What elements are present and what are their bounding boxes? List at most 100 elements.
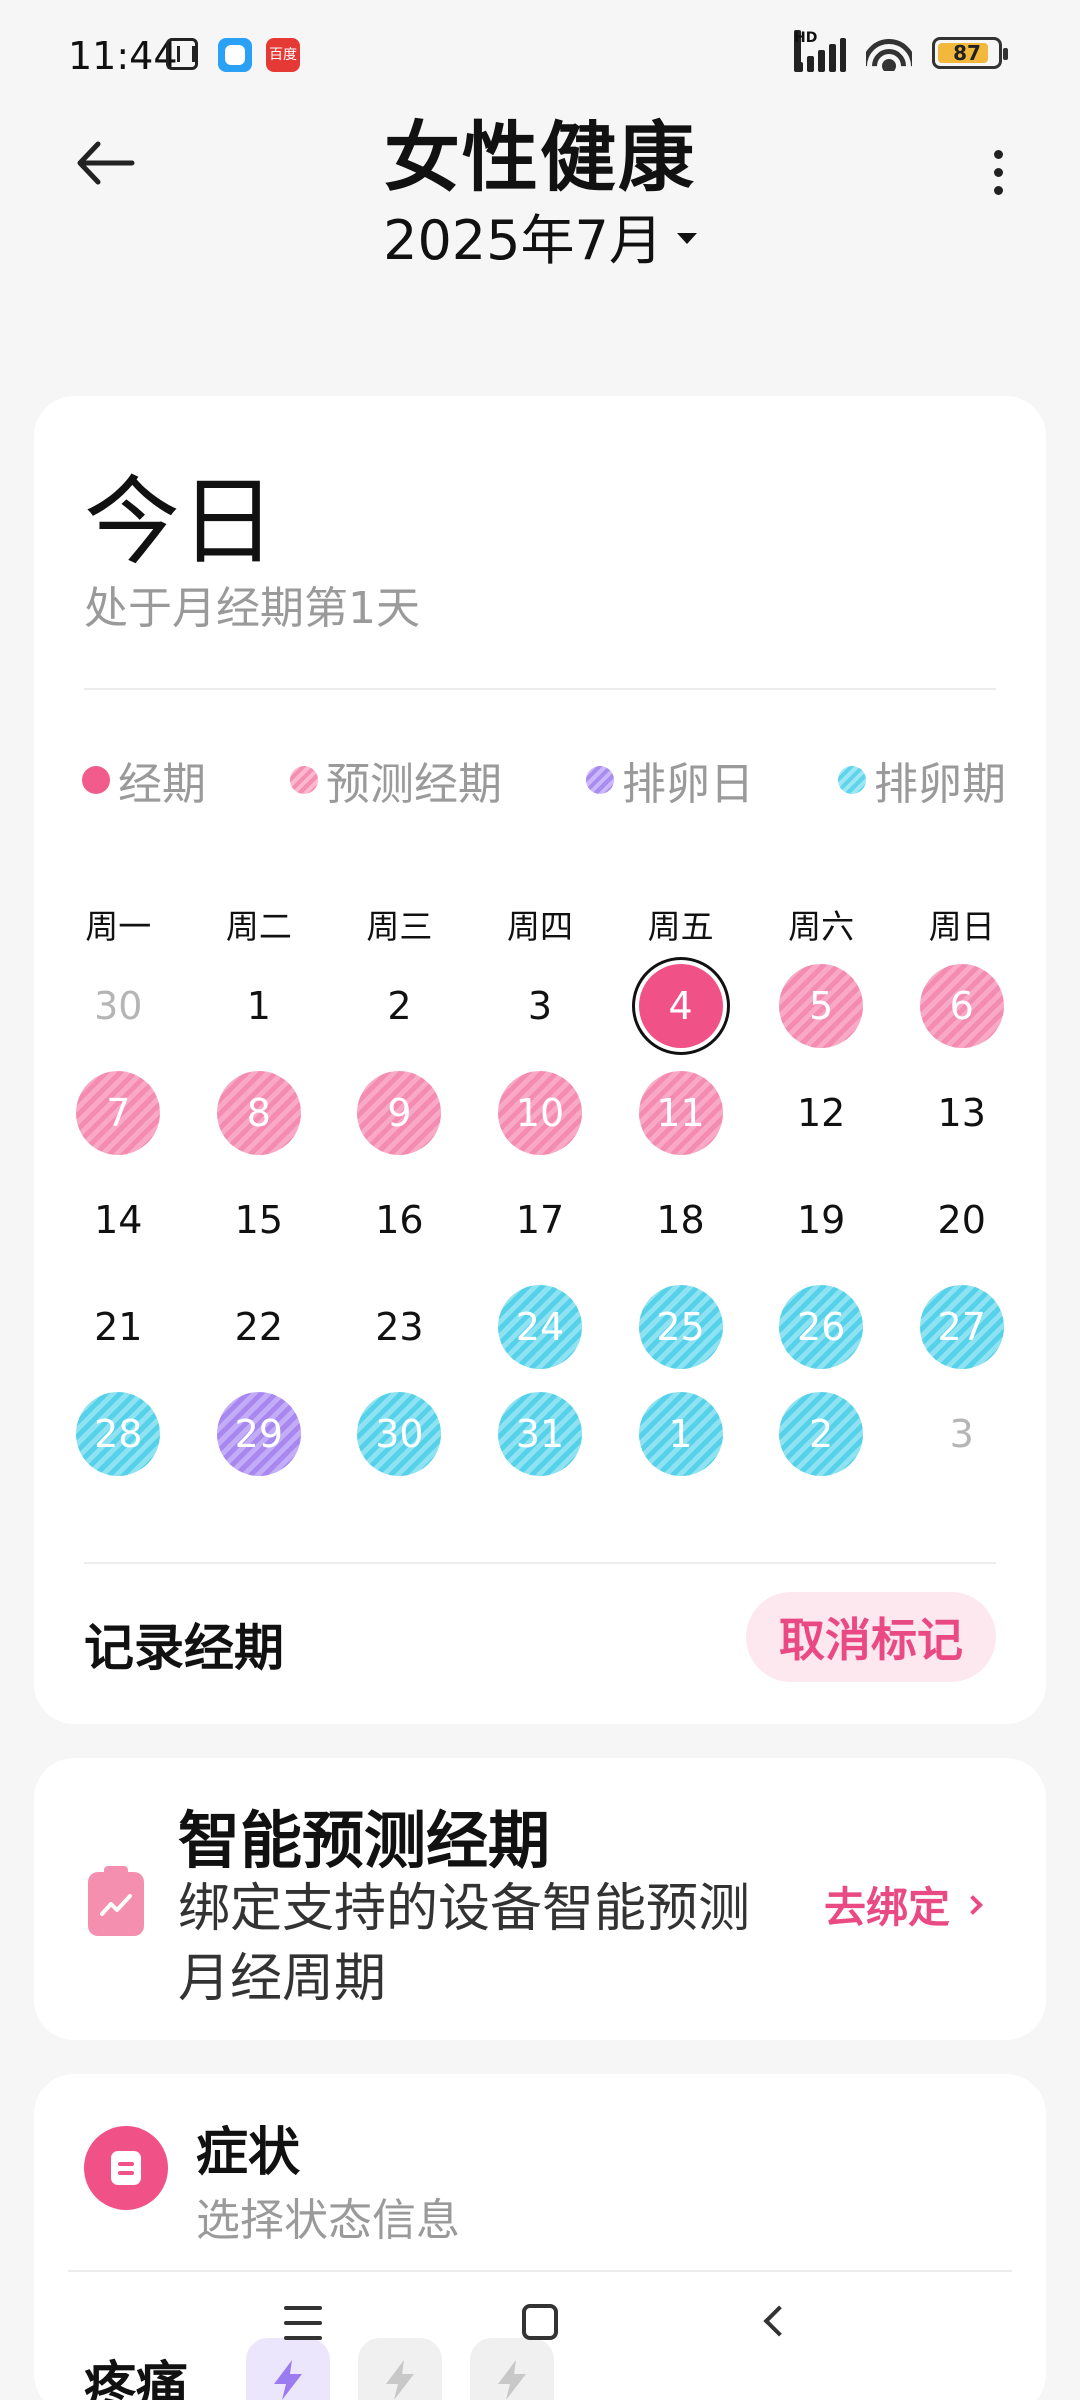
- calendar-day[interactable]: 21: [48, 1273, 189, 1380]
- recent-apps-button[interactable]: [284, 2306, 322, 2340]
- screen: 11:44 百度 HD 87 女性健康 2025年7月 今日 处于月经期第1天 …: [0, 0, 1080, 2400]
- more-dot: [993, 167, 1003, 177]
- calendar-day[interactable]: 14: [48, 1166, 189, 1273]
- calendar-day[interactable]: 16: [329, 1166, 470, 1273]
- weekday-label: 周日: [928, 907, 995, 946]
- legend-dot: [82, 766, 110, 794]
- signal-icon: HD: [794, 30, 846, 72]
- day-marker: 26: [779, 1284, 864, 1369]
- day-number: 19: [796, 1197, 846, 1242]
- calendar-day[interactable]: 28: [48, 1380, 189, 1487]
- day-marker: 4: [638, 963, 723, 1048]
- clipboard-chart-icon: [88, 1866, 144, 1936]
- month-picker[interactable]: 2025年7月: [0, 196, 1080, 275]
- system-nav-bar: [0, 2296, 1080, 2376]
- legend-ovulation-period: 排卵期: [838, 748, 1006, 812]
- calendar-day[interactable]: 15: [189, 1166, 330, 1273]
- day-marker: 1: [638, 1391, 723, 1476]
- calendar-day[interactable]: 19: [751, 1166, 892, 1273]
- calendar-day[interactable]: 30: [329, 1380, 470, 1487]
- calendar-day[interactable]: 26: [751, 1273, 892, 1380]
- calendar-day[interactable]: 7: [48, 1059, 189, 1166]
- calendar-day[interactable]: 20: [891, 1166, 1032, 1273]
- today-status: 处于月经期第1天: [84, 583, 420, 634]
- calendar-day-today[interactable]: 4: [610, 952, 751, 1059]
- page-title: 女性健康: [384, 113, 696, 202]
- symptom-subtitle: 选择状态信息: [196, 2195, 460, 2246]
- more-dot: [993, 149, 1003, 159]
- legend-label: 预测经期: [326, 759, 502, 810]
- calendar-day[interactable]: 31: [470, 1380, 611, 1487]
- calendar-day[interactable]: 1: [610, 1380, 751, 1487]
- calendar-day[interactable]: 24: [470, 1273, 611, 1380]
- calendar-day[interactable]: 3: [470, 952, 611, 1059]
- calendar-day[interactable]: 5: [751, 952, 892, 1059]
- day-number: 12: [796, 1090, 846, 1135]
- day-marker: 7: [76, 1070, 161, 1155]
- battery-icon: 87: [932, 37, 1008, 69]
- day-marker: 9: [357, 1070, 442, 1155]
- more-dot: [993, 185, 1003, 195]
- battery-level: 87: [953, 41, 981, 65]
- calendar-grid: 30 1 2 3 4 5 6 7 8 9 10 11 12 13 14 15 16 17 18 19 20 21 22 23 2…: [48, 952, 1032, 1487]
- status-bar: 11:44 百度 HD 87: [0, 0, 1080, 110]
- status-icons: HD 87: [794, 30, 1008, 72]
- calendar-day[interactable]: 11: [610, 1059, 751, 1166]
- record-period-label: 记录经期: [84, 1619, 284, 1677]
- calendar-day[interactable]: 1: [189, 952, 330, 1059]
- trend-line-icon: [100, 1894, 132, 1916]
- calendar-day[interactable]: 29: [189, 1380, 330, 1487]
- day-number: 21: [94, 1304, 143, 1349]
- calendar-day[interactable]: 2: [329, 952, 470, 1059]
- day-marker: 6: [919, 963, 1004, 1048]
- calendar-day[interactable]: 3: [891, 1380, 1032, 1487]
- calendar-day[interactable]: 13: [891, 1059, 1032, 1166]
- calendar-day[interactable]: 8: [189, 1059, 330, 1166]
- legend-dot: [586, 766, 614, 794]
- smart-prediction-card[interactable]: 智能预测经期 绑定支持的设备智能预测月经周期 去绑定: [34, 1758, 1046, 2040]
- weekday-label: 周一: [85, 907, 152, 946]
- system-back-button[interactable]: [763, 2305, 795, 2337]
- day-marker: 25: [638, 1284, 723, 1369]
- status-time: 11:44: [68, 34, 178, 78]
- day-number: 20: [937, 1197, 986, 1242]
- weekday-label: 周三: [366, 907, 433, 946]
- bind-device-link[interactable]: 去绑定: [824, 1874, 983, 1935]
- day-number: 16: [375, 1197, 424, 1242]
- month-label: 2025年7月: [383, 209, 663, 272]
- divider: [84, 688, 996, 690]
- calendar-day[interactable]: 9: [329, 1059, 470, 1166]
- day-number: 18: [656, 1197, 705, 1242]
- weekday-label: 周六: [788, 907, 855, 946]
- calendar-day[interactable]: 22: [189, 1273, 330, 1380]
- day-marker: 30: [357, 1391, 442, 1476]
- cancel-mark-button[interactable]: 取消标记: [746, 1592, 996, 1682]
- calendar-day[interactable]: 18: [610, 1166, 751, 1273]
- calendar-day[interactable]: 25: [610, 1273, 751, 1380]
- legend-dot: [838, 766, 866, 794]
- day-marker: 31: [497, 1391, 582, 1476]
- calendar-day[interactable]: 6: [891, 952, 1032, 1059]
- day-number: 15: [234, 1197, 284, 1242]
- weekday-label: 周四: [506, 907, 573, 946]
- day-marker: 27: [919, 1284, 1004, 1369]
- calendar-day[interactable]: 27: [891, 1273, 1032, 1380]
- app-notification-icon: [218, 38, 252, 72]
- calendar-day[interactable]: 10: [470, 1059, 611, 1166]
- calendar-day[interactable]: 2: [751, 1380, 892, 1487]
- today-title: 今日: [84, 466, 276, 578]
- home-button[interactable]: [522, 2304, 558, 2340]
- calendar-day[interactable]: 17: [470, 1166, 611, 1273]
- calendar-day[interactable]: 23: [329, 1273, 470, 1380]
- more-options-button[interactable]: [968, 142, 1028, 202]
- calendar-day[interactable]: 12: [751, 1059, 892, 1166]
- weekday-label: 周五: [647, 907, 714, 946]
- legend-label: 排卵日: [622, 759, 754, 810]
- legend-dot: [290, 766, 318, 794]
- weekday-header: 周一 周二 周三 周四 周五 周六 周日: [48, 900, 1032, 948]
- calendar-day[interactable]: 30: [48, 952, 189, 1059]
- symptom-title: 症状: [196, 2123, 301, 2183]
- weekday-label: 周二: [225, 907, 292, 946]
- divider: [84, 1562, 996, 1564]
- day-marker: 28: [76, 1391, 161, 1476]
